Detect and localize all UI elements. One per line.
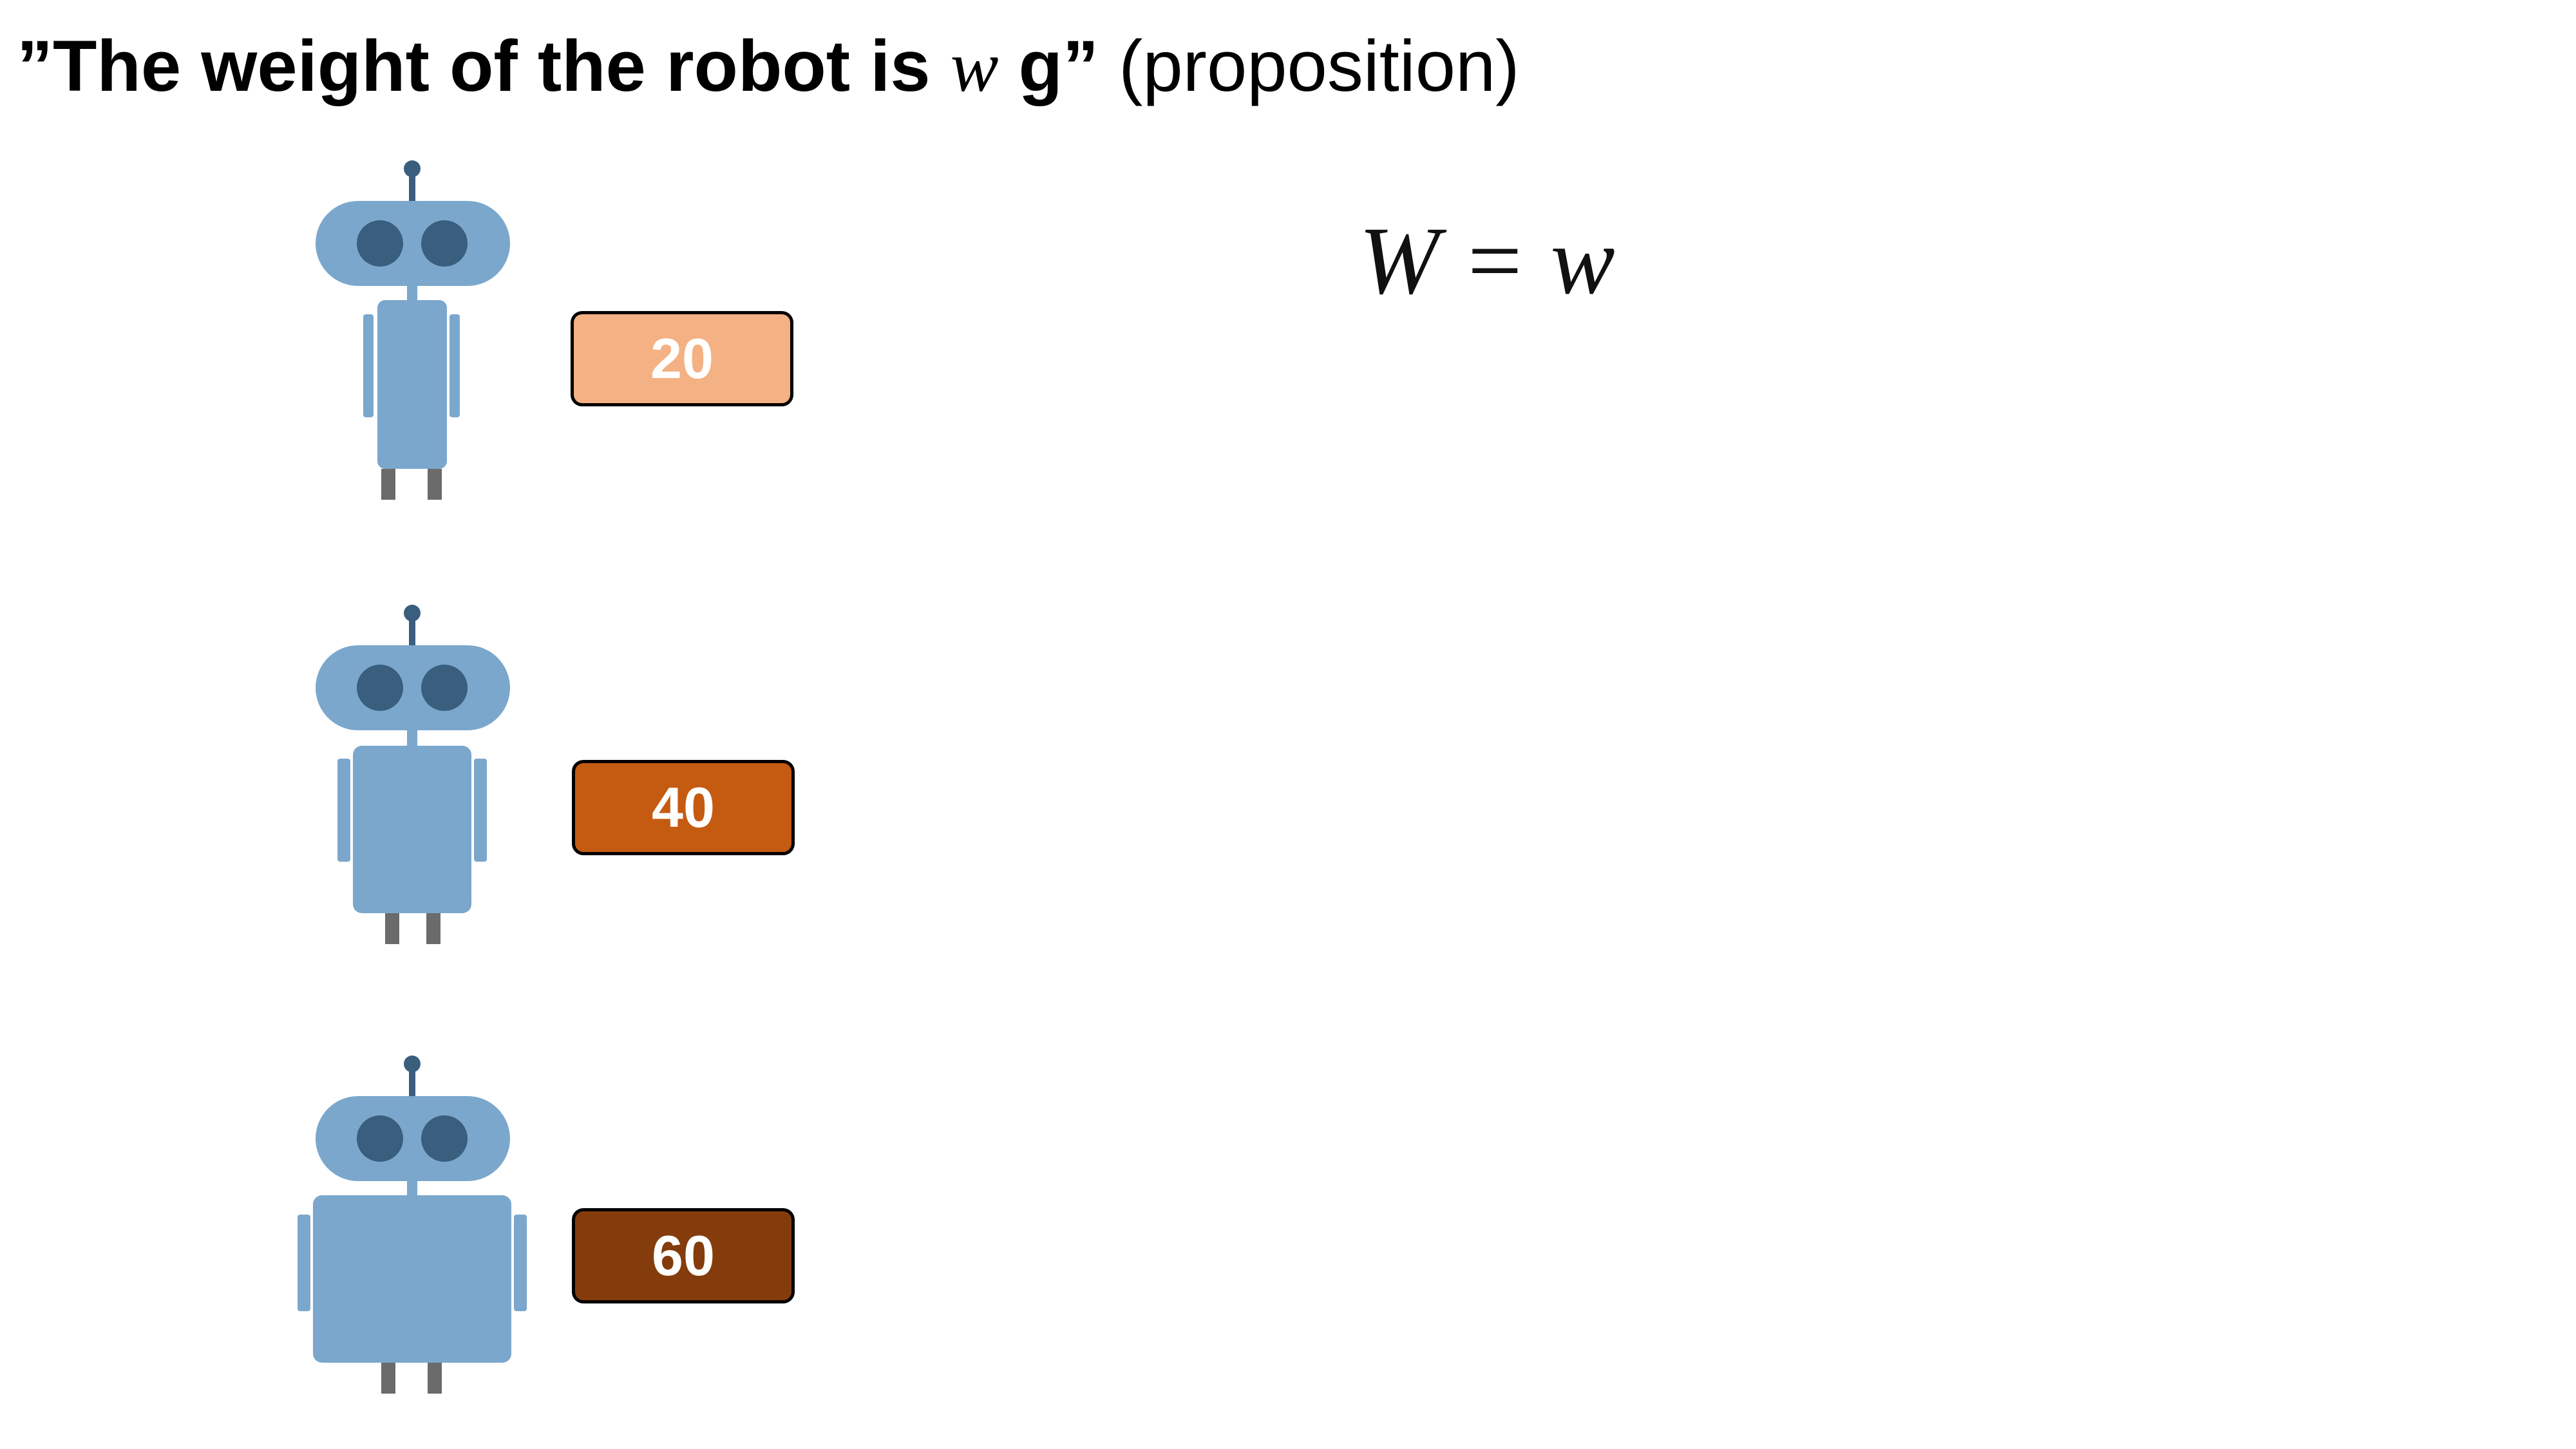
weight-box-20: 20 <box>571 311 793 406</box>
title-main-text: The weight of the robot is <box>53 26 951 106</box>
weight-label-20: 20 <box>650 327 714 390</box>
title-unit: g <box>998 26 1063 106</box>
title-suffix: (proposition) <box>1098 26 1520 106</box>
robot-large <box>283 1050 567 1410</box>
equation-lhs: W <box>1359 207 1439 314</box>
robot-medium-icon <box>316 605 510 944</box>
robot-large-icon <box>298 1056 527 1394</box>
robot-small <box>283 155 567 502</box>
weight-box-60: 60 <box>572 1208 795 1303</box>
title-close-quote: ” <box>1062 26 1099 106</box>
robot-medium <box>283 599 567 947</box>
weight-label-60: 60 <box>652 1224 715 1287</box>
title-variable: w <box>950 27 999 107</box>
title-open-quote: ” <box>17 26 53 106</box>
robot-small-icon <box>316 160 510 500</box>
weight-box-40: 40 <box>572 760 795 855</box>
equation-operator: = <box>1467 207 1522 314</box>
equation: W = w <box>1359 206 1615 316</box>
weight-label-40: 40 <box>652 775 715 839</box>
equation-rhs: w <box>1550 207 1615 314</box>
slide-title: ”The weight of the robot is w g” (propos… <box>17 18 1520 115</box>
